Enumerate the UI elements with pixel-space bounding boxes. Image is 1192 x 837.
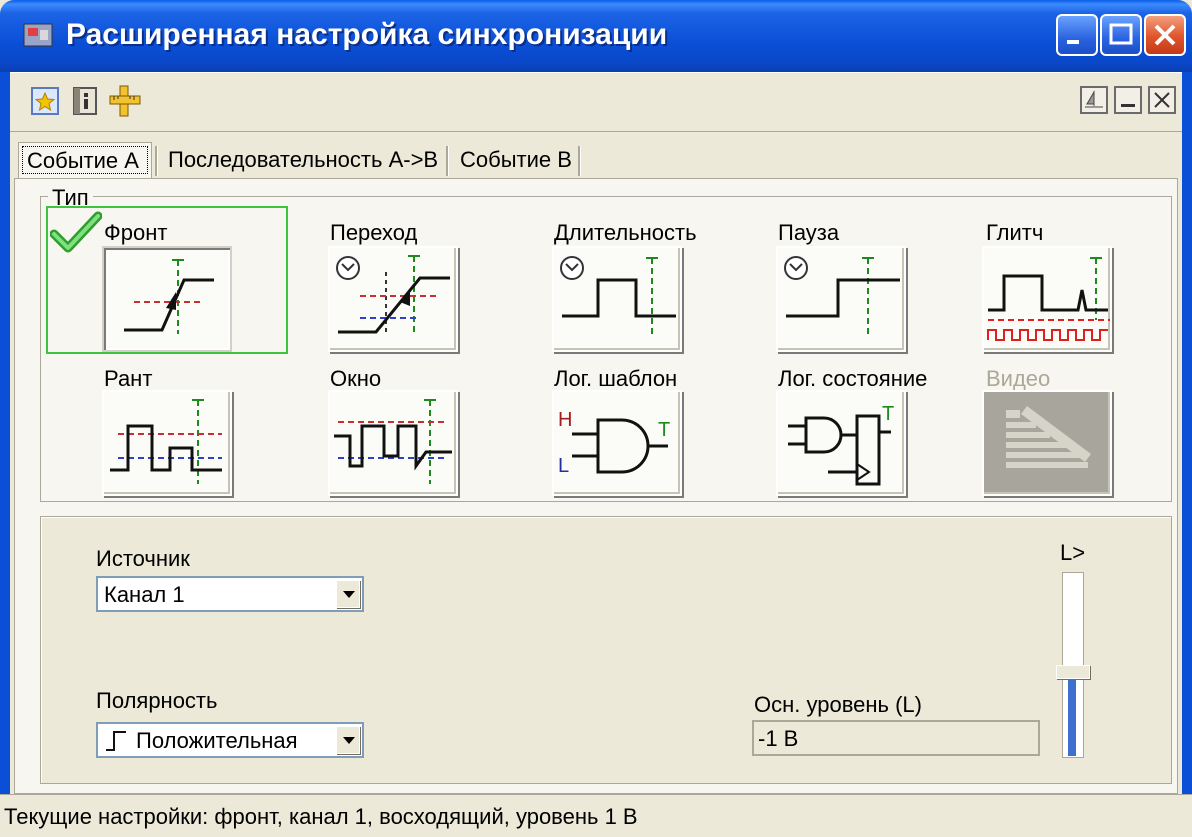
window-frame-left xyxy=(0,72,10,836)
type-label-edge: Фронт xyxy=(104,220,168,245)
favorite-icon[interactable] xyxy=(28,84,62,118)
type-logic-state-button[interactable]: T xyxy=(776,390,906,496)
type-label-pause: Пауза xyxy=(778,220,840,245)
checkmark-icon xyxy=(50,211,102,253)
runt-trigger-icon xyxy=(110,399,222,484)
window-frame-right xyxy=(1182,72,1192,836)
window-title: Расширенная настройка синхронизации xyxy=(66,18,668,51)
window-trigger-icon xyxy=(334,399,452,484)
status-text: Текущие настройки: фронт, канал 1, восхо… xyxy=(4,804,638,829)
chevron-down-icon[interactable] xyxy=(336,580,360,608)
tab-separator xyxy=(446,146,449,176)
chevron-down-icon[interactable] xyxy=(336,726,360,754)
sailboat-icon[interactable] xyxy=(1080,86,1108,114)
level-slider-fill xyxy=(1068,672,1076,756)
tab-separator xyxy=(578,146,581,176)
type-label-window: Окно xyxy=(330,366,382,391)
trigger-settings-window: Расширенная настройка синхронизации Собы… xyxy=(0,0,1192,837)
source-value: Канал 1 xyxy=(104,582,185,607)
video-trigger-icon xyxy=(1006,406,1091,468)
pause-trigger-icon xyxy=(784,256,900,338)
type-pause-button[interactable] xyxy=(776,246,906,352)
close-panel-icon[interactable] xyxy=(1148,86,1176,114)
tab-sequence-a-b[interactable]: Последовательность А->В xyxy=(160,142,446,178)
level-slider-thumb[interactable] xyxy=(1056,665,1090,680)
type-label-transition: Переход xyxy=(330,220,418,245)
level-field: -1 В xyxy=(752,720,1040,756)
tab-event-a[interactable]: Событие А xyxy=(18,142,152,178)
glitch-trigger-icon xyxy=(987,257,1110,341)
type-label-logic-pattern: Лог. шаблон xyxy=(554,366,678,391)
duration-trigger-icon xyxy=(560,256,676,338)
maximize-button[interactable] xyxy=(1100,14,1142,56)
ruler-icon[interactable] xyxy=(108,84,142,118)
slider-label: L> xyxy=(1060,540,1086,565)
polarity-label: Полярность xyxy=(96,688,218,713)
app-icon xyxy=(23,23,53,47)
type-video-button xyxy=(982,390,1112,496)
minimize-panel-icon[interactable] xyxy=(1114,86,1142,114)
svg-text:L: L xyxy=(558,455,569,477)
rising-edge-icon xyxy=(106,731,126,751)
type-logic-pattern-button[interactable]: H L T xyxy=(552,390,682,496)
type-glitch-button[interactable] xyxy=(982,246,1112,352)
type-runt-button[interactable] xyxy=(102,390,232,496)
level-value: -1 В xyxy=(758,726,799,751)
type-label-duration: Длительность xyxy=(554,220,697,245)
source-dropdown[interactable]: Канал 1 xyxy=(96,576,364,612)
maximize-icon xyxy=(1109,23,1133,45)
toolbar xyxy=(10,72,1182,132)
tab-separator xyxy=(155,146,158,176)
type-label-video: Видео xyxy=(986,366,1051,391)
type-label-glitch: Глитч xyxy=(986,220,1044,245)
polarity-dropdown[interactable]: Положительная xyxy=(96,722,364,758)
type-transition-button[interactable] xyxy=(328,246,458,352)
type-window-button[interactable] xyxy=(328,390,458,496)
level-label: Осн. уровень (L) xyxy=(754,692,922,717)
close-icon xyxy=(1154,24,1176,46)
info-book-icon[interactable] xyxy=(68,84,102,118)
close-button[interactable] xyxy=(1144,14,1186,56)
transition-trigger-icon xyxy=(336,255,450,336)
logic-state-icon: T xyxy=(788,403,894,486)
type-duration-button[interactable] xyxy=(552,246,682,352)
edge-trigger-icon xyxy=(124,259,214,334)
svg-text:H: H xyxy=(558,409,572,431)
minimize-icon xyxy=(1067,40,1079,44)
type-label-runt: Рант xyxy=(104,366,153,391)
svg-text:T: T xyxy=(658,419,670,441)
type-edge-button[interactable] xyxy=(102,246,232,352)
source-label: Источник xyxy=(96,546,190,571)
polarity-value: Положительная xyxy=(136,728,298,753)
logic-pattern-icon: H L T xyxy=(558,409,670,477)
type-label-logic-state: Лог. состояние xyxy=(778,366,928,391)
svg-text:T: T xyxy=(882,403,894,425)
tab-event-b[interactable]: Событие В xyxy=(452,142,582,178)
minimize-button[interactable] xyxy=(1056,14,1098,56)
